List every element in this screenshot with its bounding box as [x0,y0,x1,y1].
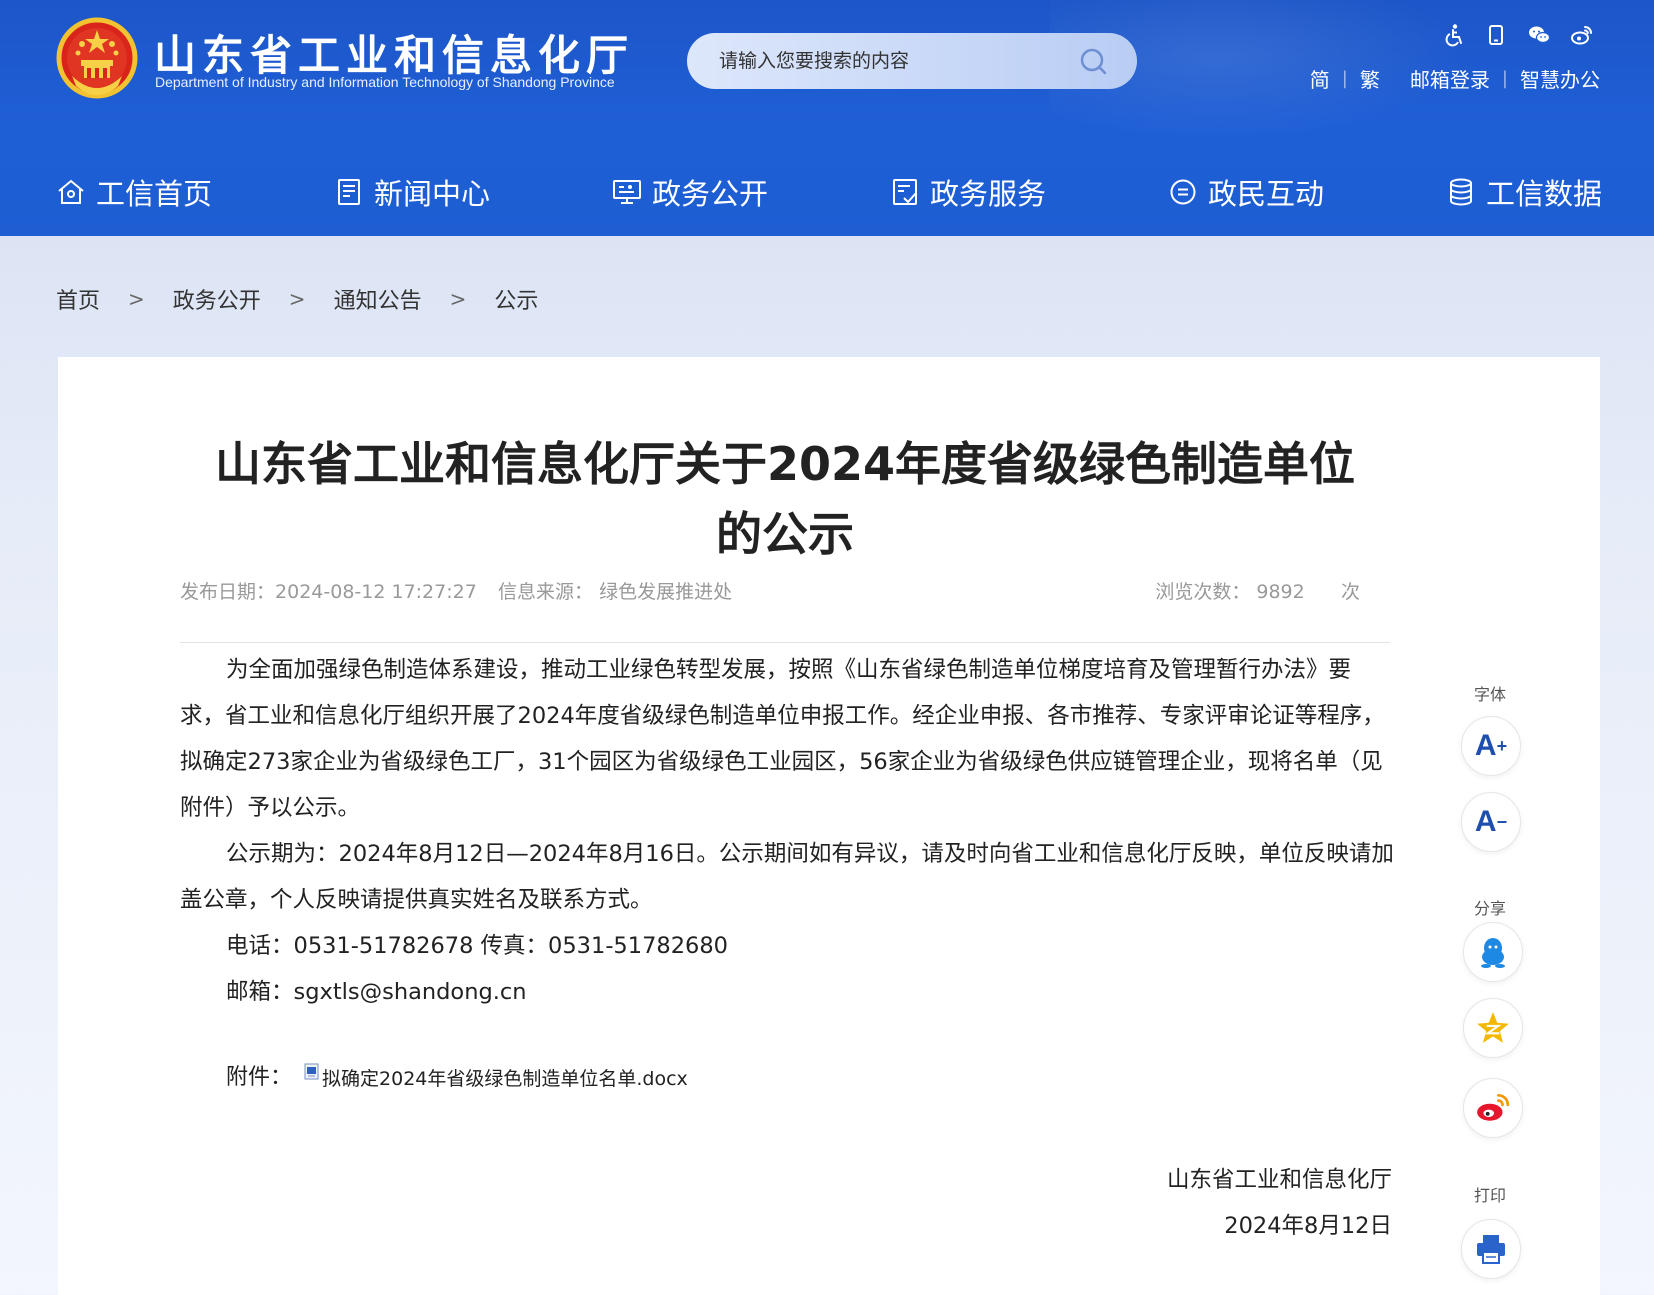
info-source-value: 绿色发展推进处 [599,581,733,603]
nav-item-services[interactable]: 政务服务 [890,172,1046,212]
meta-divider [180,642,1390,643]
breadcrumb-government-affairs[interactable]: 政务公开 [173,283,261,315]
traditional-chinese-link[interactable]: 繁 [1360,64,1380,93]
publish-date-value: 2024-08-12 17:27:27 [275,581,477,603]
separator: | [1501,68,1508,89]
breadcrumb-home[interactable]: 首页 [56,283,100,315]
body-paragraph: 为全面加强绿色制造体系建设，推动工业绿色转型发展，按照《山东省绿色制造单位梯度培… [180,657,1385,821]
attachment-label: 附件： [226,1065,293,1090]
minus-icon: − [1496,812,1508,832]
print-button[interactable] [1461,1219,1521,1279]
view-count-label: 浏览次数： [1155,581,1251,603]
article-card: 山东省工业和信息化厅关于2024年度省级绿色制造单位 的公示 发布日期：2024… [58,357,1600,1295]
breadcrumb-publicity[interactable]: 公示 [494,283,538,315]
article-title-line2: 的公示 [716,507,854,561]
font-increase-button[interactable]: A + [1461,716,1521,776]
smart-office-link[interactable]: 智慧办公 [1520,64,1600,93]
main-nav: 工信首页 新闻中心 政务公开 政务服务 政民互动 工信数据 [0,150,1654,236]
accessibility-icon[interactable] [1442,23,1466,47]
national-emblem-icon[interactable] [56,16,138,102]
breadcrumb-separator: > [288,287,306,311]
wechat-icon[interactable] [1526,23,1552,47]
plus-icon: + [1496,736,1508,756]
database-icon [1450,178,1472,206]
service-icon [893,179,917,205]
share-qzone-button[interactable] [1463,998,1523,1058]
nav-label: 新闻中心 [374,177,491,211]
mobile-icon[interactable] [1484,23,1508,47]
mail-login-link[interactable]: 邮箱登录 [1410,64,1490,93]
share-weibo-button[interactable] [1463,1078,1523,1138]
body-paragraph: 电话：0531-51782678 传真：0531-51782680 [226,933,728,959]
search-box [687,33,1137,89]
nav-label: 政民互动 [1208,177,1325,211]
publish-date-label: 发布日期： [180,581,276,603]
info-source: 信息来源： 绿色发展推进处 [498,577,732,604]
chat-icon [1170,179,1196,205]
simplified-chinese-link[interactable]: 简 [1310,64,1330,93]
breadcrumb-separator: > [449,287,467,311]
word-document-icon [304,1063,319,1080]
search-input[interactable] [719,41,1059,81]
signature-org: 山东省工业和信息化厅 [1166,1167,1392,1193]
article-body: 为全面加强绿色制造体系建设，推动工业绿色转型发展，按照《山东省绿色制造单位梯度培… [180,647,1395,1015]
breadcrumb-separator: > [128,287,145,311]
qzone-star-icon [1477,1012,1509,1043]
breadcrumb-notices[interactable]: 通知公告 [334,283,422,315]
nav-item-data[interactable]: 工信数据 [1446,172,1602,212]
separator: | [1341,68,1348,89]
monitor-icon [613,180,641,204]
font-label: 字体 [1474,685,1507,704]
font-decrease-label: A [1474,805,1497,838]
view-count: 浏览次数： 9892 次 [1155,577,1360,604]
nav-item-home[interactable]: 工信首页 [56,172,212,212]
nav-item-news[interactable]: 新闻中心 [334,172,490,212]
article-title: 山东省工业和信息化厅关于2024年度省级绿色制造单位 的公示 [180,429,1390,569]
body-paragraph: 邮箱：sgxtls@shandong.cn [226,979,527,1005]
view-count-value: 9892 [1256,581,1305,603]
attachment-row: 附件： 拟确定2024年省级绿色制造单位名单.docx [226,1055,688,1091]
nav-label: 政务服务 [930,177,1047,211]
utility-icons [1442,20,1602,50]
font-decrease-button[interactable]: A − [1461,792,1521,852]
qq-icon [1481,938,1505,968]
publish-date: 发布日期：2024-08-12 17:27:27 [180,577,477,604]
search-icon[interactable] [1079,47,1107,75]
nav-label: 政务公开 [652,177,769,211]
body-paragraph: 公示期为：2024年8月12日—2024年8月16日。公示期间如有异议，请及时向… [180,841,1394,913]
share-label: 分享 [1474,899,1507,918]
print-label: 打印 [1474,1186,1507,1205]
nav-item-government-affairs[interactable]: 政务公开 [612,172,768,212]
share-qq-button[interactable] [1463,922,1523,982]
separator: | [1392,68,1398,89]
signature-date: 2024年8月12日 [1224,1213,1392,1239]
site-header: 山东省工业和信息化厅 Department of Industry and In… [0,0,1654,236]
breadcrumb: 首页 > 政务公开 > 通知公告 > 公示 [56,283,538,315]
attachment-link[interactable]: 拟确定2024年省级绿色制造单位名单.docx [322,1064,688,1091]
utility-links: 简 | 繁 | 邮箱登录 | 智慧办公 [1310,64,1600,93]
article-title-line1: 山东省工业和信息化厅关于2024年度省级绿色制造单位 [214,437,1356,491]
signature: 山东省工业和信息化厅 2024年8月12日 [1167,1157,1392,1249]
weibo-icon[interactable] [1570,23,1594,47]
site-subtitle: Department of Industry and Information T… [155,74,615,90]
home-icon [58,179,84,204]
nav-label: 工信数据 [1486,177,1603,211]
nav-label: 工信首页 [96,177,213,211]
info-source-label: 信息来源： [498,581,594,603]
news-icon [338,179,360,205]
weibo-icon [1477,1093,1510,1121]
article-meta: 发布日期：2024-08-12 17:27:27 信息来源： 绿色发展推进处 浏… [180,577,1390,607]
font-increase-label: A [1474,729,1497,762]
nav-item-interaction[interactable]: 政民互动 [1168,172,1324,212]
printer-icon [1477,1235,1505,1264]
view-count-unit: 次 [1340,581,1360,603]
